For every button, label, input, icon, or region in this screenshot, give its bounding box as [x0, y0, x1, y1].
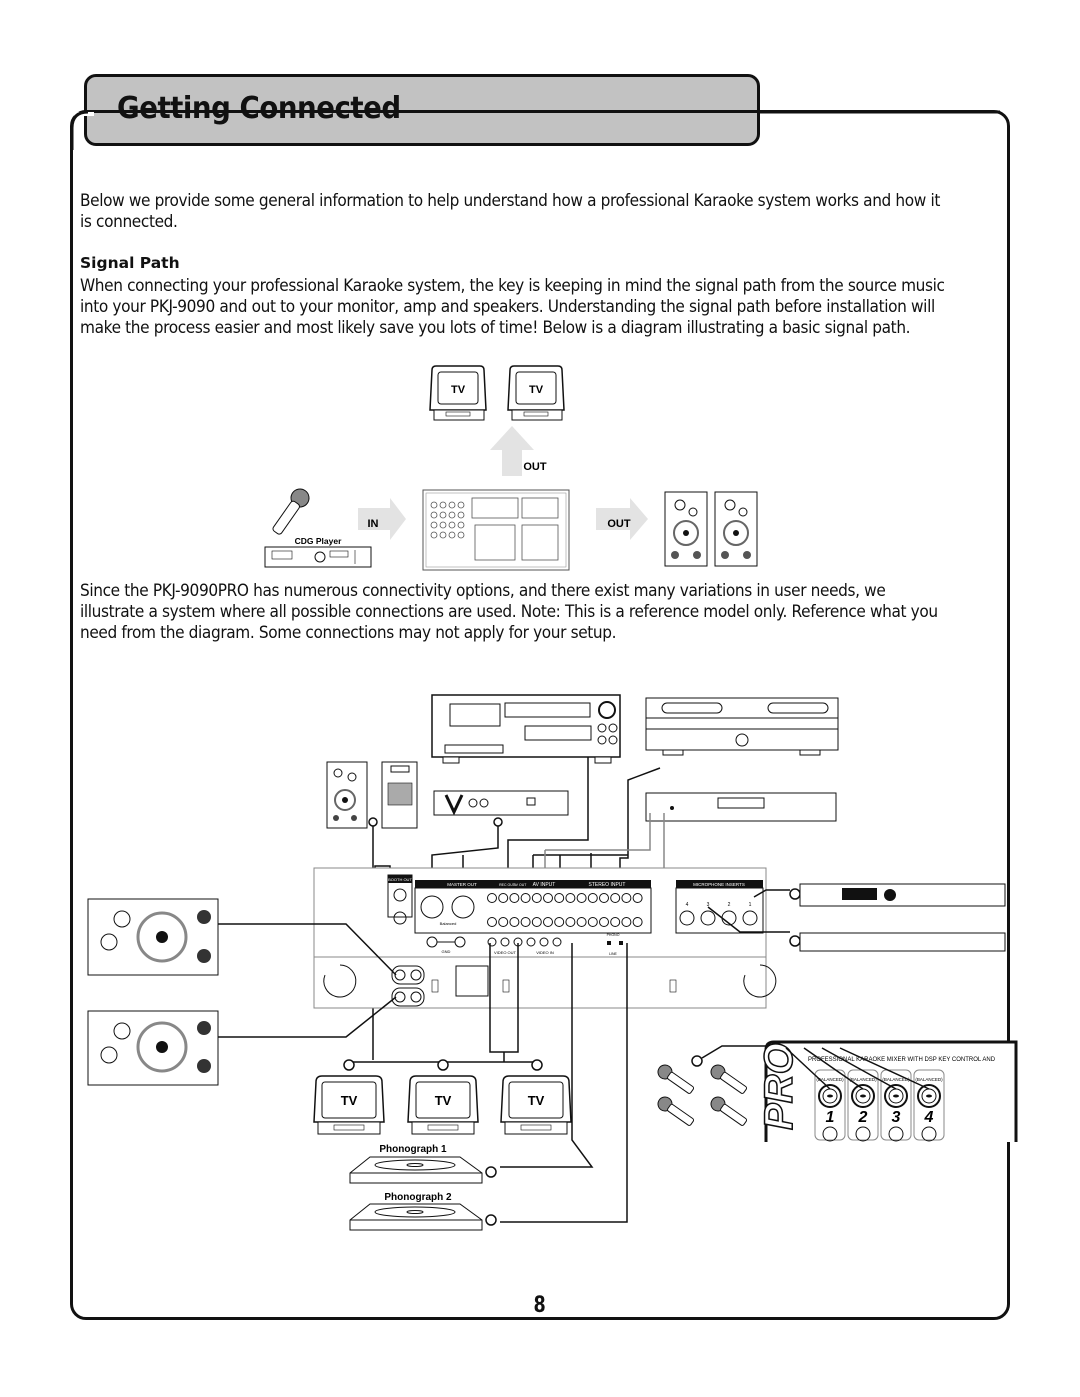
gnd-label: GND	[442, 949, 451, 954]
main-speaker-icon	[87, 1010, 219, 1086]
video-in-label: VIDEO IN	[536, 950, 554, 955]
balanced-label: Balanced	[440, 921, 457, 926]
channel-number: 4	[924, 1109, 934, 1126]
phonograph-2-label: Phonograph 2	[384, 1192, 452, 1203]
xlr-input-jack-center	[926, 1094, 932, 1098]
full-system-diagram: BOOTH OUT MASTER OUT REC OUT AV OUT AV I…	[87, 694, 1018, 1231]
mic-insert-number: 4	[686, 902, 689, 908]
video-out-label: VIDEO OUT	[494, 950, 517, 955]
phonograph-1-label: Phonograph 1	[379, 1144, 447, 1155]
wireless-microphone-icon	[657, 1096, 695, 1126]
main-speaker-icon	[87, 898, 219, 976]
dvd-player-icon	[645, 792, 837, 822]
cassette-deck-icon	[431, 694, 621, 764]
line-label: LINE	[609, 952, 617, 956]
master-out-label: MASTER OUT	[447, 882, 477, 887]
wireless-microphone-icon	[710, 1064, 748, 1094]
phono-label: PHONO	[607, 933, 620, 937]
channel-number: 1	[826, 1109, 835, 1126]
tv-label: TV	[528, 1093, 545, 1108]
balanced-label: (BALANCED)	[849, 1077, 877, 1082]
tv-label: TV	[435, 1093, 452, 1108]
mixer-rear-panel: BOOTH OUT MASTER OUT REC OUT AV OUT AV I…	[313, 867, 777, 1009]
tv-label: TV	[341, 1093, 358, 1108]
booth-out-label: BOOTH OUT	[388, 877, 412, 882]
channel-number: 3	[892, 1109, 901, 1126]
av-out-label: AV OUT	[514, 883, 528, 887]
page-number: 8	[533, 1293, 546, 1318]
xlr-input-jack-center	[860, 1094, 866, 1098]
xlr-input-jack-center	[827, 1094, 833, 1098]
tv-icon: TV	[500, 1075, 572, 1135]
effects-processor-icon	[799, 883, 1006, 907]
power-amplifier-icon	[433, 790, 569, 816]
mic-insert-number: 1	[749, 902, 752, 908]
phonograph-icon	[349, 1203, 483, 1231]
wall-plate-icon	[381, 761, 418, 829]
microphone-inserts-label: MICROPHONE INSERTS	[693, 882, 745, 887]
av-input-label: AV INPUT	[533, 882, 556, 888]
tv-icon: TV	[407, 1075, 479, 1135]
mic-insert-number: 2	[728, 902, 731, 908]
wireless-microphone-icon	[710, 1096, 748, 1126]
equalizer-icon	[799, 932, 1006, 952]
stereo-input-label: STEREO INPUT	[589, 882, 626, 888]
tv-icon: TV	[313, 1075, 385, 1135]
xlr-input-jack-center	[893, 1094, 899, 1098]
monitor-speaker-icon	[326, 761, 368, 829]
dual-cd-player-icon	[645, 697, 839, 756]
wireless-microphone-icon	[657, 1064, 695, 1094]
mixer-banner: PROFESSIONAL KARAOKE MIXER WITH DSP KEY …	[808, 1057, 996, 1063]
mixer-closeup: PRO PROFESSIONAL KARAOKE MIXER WITH DSP …	[756, 1040, 1018, 1142]
balanced-label: (BALANCED)	[915, 1077, 943, 1082]
channel-number: 2	[858, 1109, 868, 1126]
phonograph-icon	[349, 1156, 483, 1184]
